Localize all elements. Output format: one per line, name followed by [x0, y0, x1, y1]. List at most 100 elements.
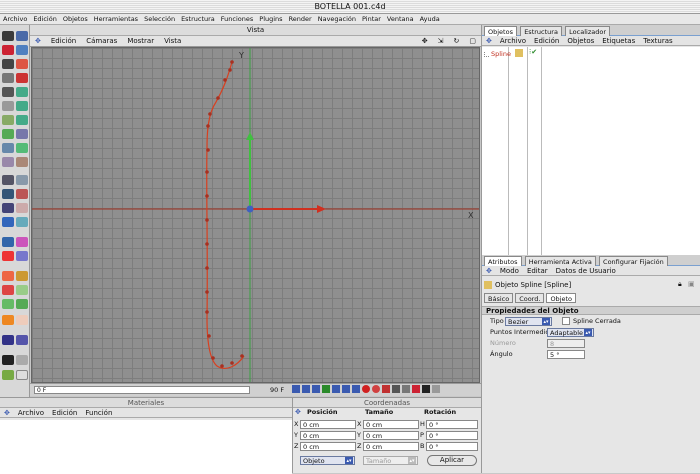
objects-menu-texturas[interactable]: Texturas [639, 36, 676, 45]
rot-h-field[interactable]: 0 ° [426, 420, 478, 429]
viewport-menu-edicion[interactable]: Edición [46, 36, 81, 46]
layer-icon[interactable] [16, 355, 28, 365]
materials-view-icon[interactable]: ✥ [0, 408, 14, 417]
autokey-icon[interactable] [372, 385, 380, 393]
connect-icon[interactable] [2, 299, 14, 309]
polygons-mode-icon[interactable] [2, 87, 14, 97]
subtab-objeto[interactable]: Objeto [546, 293, 577, 303]
menu-render[interactable]: Render [286, 14, 315, 24]
menu-navegacion[interactable]: Navegación [315, 14, 359, 24]
undo-icon[interactable] [2, 31, 14, 41]
deformer-icon[interactable] [2, 189, 14, 199]
tab-localizador[interactable]: Localizador [565, 26, 610, 36]
menu-ayuda[interactable]: Ayuda [417, 14, 443, 24]
model-mode-icon[interactable] [2, 101, 14, 111]
coords-mode-select[interactable]: Objeto ▴▾ [300, 456, 355, 465]
go-end-icon[interactable] [352, 385, 360, 393]
points-mode-icon[interactable] [2, 59, 14, 69]
puntos-intermedios-select[interactable]: Adaptable ▴▾ [547, 328, 594, 337]
coords-view-icon[interactable]: ✥ [295, 408, 301, 416]
pos-z-field[interactable]: 0 cm [300, 442, 356, 451]
pla-key-icon[interactable] [432, 385, 440, 393]
x-axis-arrow[interactable] [317, 205, 326, 213]
move-key-icon[interactable] [392, 385, 400, 393]
axis-x-icon[interactable] [16, 87, 28, 97]
viewport-menu-camaras[interactable]: Cámaras [81, 36, 122, 46]
menu-seleccion[interactable]: Selección [141, 14, 178, 24]
scale-key-icon[interactable] [402, 385, 410, 393]
object-tree[interactable]: Spline ⁝✔ [482, 47, 700, 257]
y-axis-arrow[interactable] [246, 132, 254, 140]
param-key-icon[interactable] [422, 385, 430, 393]
objects-menu-objetos[interactable]: Objetos [563, 36, 598, 45]
new-panel-icon[interactable]: ▣ [688, 280, 695, 288]
edges-mode-icon[interactable] [2, 73, 14, 83]
numero-field[interactable]: 8 [547, 339, 585, 348]
subtab-basico[interactable]: Básico [484, 293, 514, 303]
menu-plugins[interactable]: Plugins [256, 14, 285, 24]
script-icon[interactable] [2, 370, 14, 380]
size-z-field[interactable]: 0 cm [363, 442, 419, 451]
extrude-icon[interactable] [16, 251, 28, 261]
time-slider[interactable]: 0 F [34, 386, 250, 394]
knife-icon[interactable] [2, 251, 14, 261]
particle-icon[interactable] [2, 315, 14, 325]
axis-z-icon[interactable] [16, 115, 28, 125]
attributes-menu-editar[interactable]: Editar [523, 266, 552, 275]
play-icon[interactable] [332, 385, 340, 393]
tag-icon[interactable] [16, 335, 28, 345]
scene-icon[interactable] [16, 189, 28, 199]
hair-icon[interactable] [16, 315, 28, 325]
axis-y-icon[interactable] [16, 101, 28, 111]
materials-area[interactable] [0, 420, 292, 474]
render-region-icon[interactable] [16, 143, 28, 153]
viewport-menu-vista[interactable]: Vista [159, 36, 186, 46]
sky-icon[interactable] [16, 217, 28, 227]
redo-icon[interactable] [16, 31, 28, 41]
brush-icon[interactable] [2, 237, 14, 247]
camera-icon[interactable] [2, 203, 14, 213]
spline-icon[interactable] [2, 175, 14, 185]
nurbs-icon[interactable] [16, 175, 28, 185]
menu-pintar[interactable]: Pintar [359, 14, 384, 24]
prev-frame-icon[interactable] [312, 385, 320, 393]
bridge-icon[interactable] [16, 271, 28, 281]
rotate-key-icon[interactable] [412, 385, 420, 393]
menu-funciones[interactable]: Funciones [218, 14, 256, 24]
viewport-canvas[interactable]: Y X [31, 47, 480, 383]
menu-archivo[interactable]: Archivo [0, 14, 30, 24]
light-icon[interactable] [16, 203, 28, 213]
objects-menu-edicion[interactable]: Edición [530, 36, 563, 45]
cube-icon[interactable] [16, 157, 28, 167]
boole-icon[interactable] [16, 285, 28, 295]
zoom-icon[interactable]: ⇲ [433, 36, 449, 46]
magnet-icon[interactable] [16, 237, 28, 247]
tipo-select[interactable]: Bezier ▴▾ [505, 317, 552, 326]
tab-configurar-fijacion[interactable]: Configurar Fijación [599, 256, 668, 266]
visibility-toggle-icon[interactable]: ⁝✔ [529, 48, 537, 56]
pan-icon[interactable]: ✥ [417, 36, 433, 46]
objects-view-icon[interactable]: ✥ [482, 36, 496, 45]
tab-objetos[interactable]: Objetos [484, 26, 517, 36]
keyframe-icon[interactable] [382, 385, 390, 393]
pos-x-field[interactable]: 0 cm [300, 420, 356, 429]
objects-menu-etiquetas[interactable]: Etiquetas [598, 36, 639, 45]
menu-objetos[interactable]: Objetos [60, 14, 91, 24]
render-manager-icon[interactable] [2, 157, 14, 167]
xpresso-icon[interactable] [2, 335, 14, 345]
attributes-view-icon[interactable]: ✥ [482, 266, 496, 275]
spline-cerrada-checkbox[interactable] [562, 317, 570, 325]
materials-menu-funcion[interactable]: Función [81, 408, 116, 417]
lock-icon[interactable]: 🔒︎ [678, 280, 682, 289]
apply-button[interactable]: Aplicar [427, 455, 477, 466]
spline-curve[interactable] [206, 61, 245, 369]
viewport-view-icon[interactable]: ✥ [30, 36, 46, 46]
scale-tool-icon[interactable] [16, 59, 28, 69]
record-icon[interactable] [362, 385, 370, 393]
menu-ventana[interactable]: Ventana [384, 14, 417, 24]
console-icon[interactable] [16, 370, 28, 380]
attributes-menu-datos-usuario[interactable]: Datos de Usuario [552, 266, 620, 275]
size-y-field[interactable]: 0 cm [363, 431, 419, 440]
move-tool-icon[interactable] [16, 45, 28, 55]
materials-menu-edicion[interactable]: Edición [48, 408, 81, 417]
